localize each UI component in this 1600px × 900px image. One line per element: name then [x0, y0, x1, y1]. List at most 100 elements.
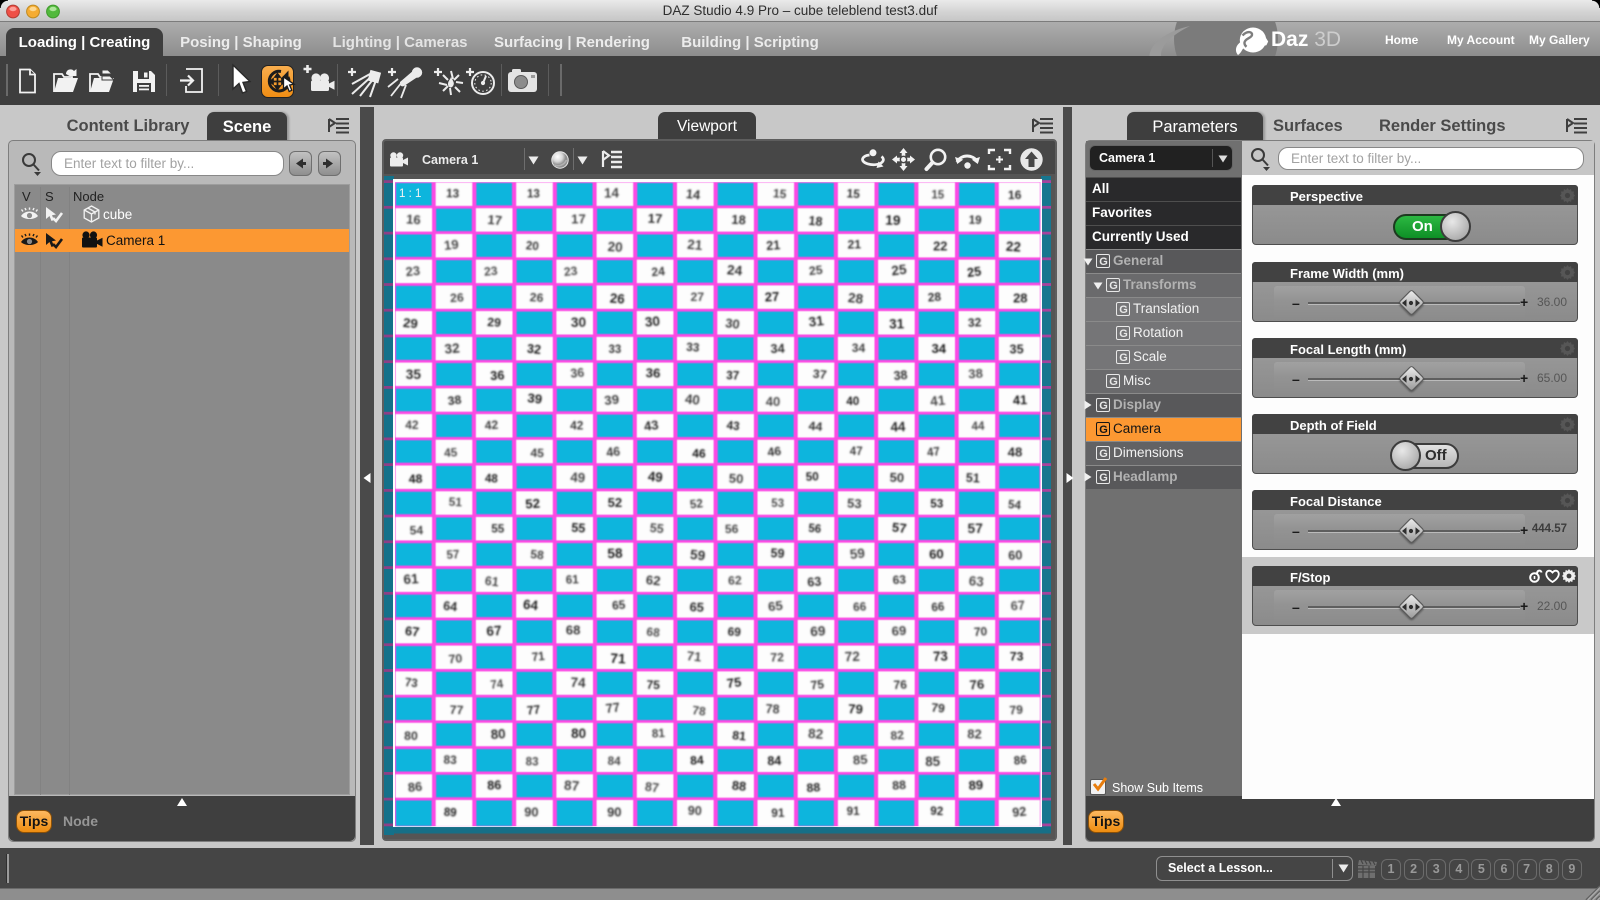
- svg-text:46: 46: [692, 446, 706, 460]
- svg-text:40: 40: [766, 394, 781, 409]
- svg-text:33: 33: [686, 340, 701, 355]
- svg-text:39: 39: [604, 391, 620, 407]
- svg-text:67: 67: [404, 623, 420, 639]
- svg-text:13: 13: [446, 187, 460, 200]
- svg-text:42: 42: [570, 419, 584, 433]
- svg-text:52: 52: [608, 495, 623, 510]
- svg-text:32: 32: [444, 340, 461, 356]
- svg-text:47: 47: [926, 445, 940, 459]
- svg-text:80: 80: [571, 726, 586, 741]
- svg-text:86: 86: [1013, 755, 1027, 768]
- svg-text:15: 15: [931, 188, 945, 201]
- svg-text:76: 76: [969, 676, 985, 692]
- svg-text:31: 31: [808, 313, 825, 330]
- svg-text:75: 75: [646, 678, 660, 692]
- svg-text:86: 86: [407, 779, 423, 795]
- svg-text:35: 35: [1010, 342, 1024, 356]
- svg-text:22: 22: [1005, 239, 1021, 255]
- svg-text:26: 26: [450, 291, 465, 306]
- svg-text:36: 36: [645, 365, 660, 381]
- svg-text:21: 21: [766, 238, 781, 253]
- svg-text:65: 65: [689, 599, 704, 615]
- svg-text:52: 52: [689, 496, 704, 511]
- svg-text:13: 13: [527, 187, 540, 200]
- svg-text:16: 16: [406, 211, 422, 227]
- svg-text:17: 17: [647, 211, 662, 227]
- svg-text:75: 75: [726, 674, 742, 691]
- svg-text:89: 89: [968, 777, 984, 793]
- svg-text:92: 92: [930, 805, 944, 818]
- svg-text:74: 74: [570, 675, 586, 691]
- svg-text:72: 72: [770, 650, 784, 664]
- svg-text:41: 41: [1013, 392, 1028, 407]
- svg-text:66: 66: [931, 600, 946, 614]
- svg-text:24: 24: [726, 262, 743, 278]
- svg-text:90: 90: [607, 804, 622, 819]
- svg-text:15: 15: [772, 186, 787, 201]
- svg-text:82: 82: [967, 726, 982, 741]
- svg-text:1 : 1: 1 : 1: [399, 188, 421, 200]
- svg-text:69: 69: [727, 624, 741, 639]
- svg-text:24: 24: [651, 264, 666, 279]
- svg-text:22: 22: [933, 239, 947, 254]
- svg-text:27: 27: [690, 290, 704, 304]
- svg-text:48: 48: [1008, 444, 1023, 459]
- svg-text:67: 67: [1010, 597, 1025, 613]
- svg-text:19: 19: [885, 213, 901, 229]
- svg-text:19: 19: [443, 237, 459, 253]
- svg-text:62: 62: [645, 572, 661, 588]
- svg-text:69: 69: [891, 623, 907, 639]
- svg-text:64: 64: [522, 597, 539, 614]
- svg-text:27: 27: [764, 289, 779, 305]
- svg-text:44: 44: [808, 419, 823, 434]
- svg-text:68: 68: [566, 623, 581, 638]
- svg-text:69: 69: [810, 623, 827, 639]
- svg-text:49: 49: [647, 469, 663, 485]
- svg-text:18: 18: [808, 214, 823, 229]
- svg-text:57: 57: [967, 521, 983, 536]
- svg-text:75: 75: [810, 677, 825, 693]
- svg-text:82: 82: [890, 728, 905, 743]
- svg-text:70: 70: [448, 651, 463, 666]
- svg-text:82: 82: [808, 726, 825, 742]
- svg-text:29: 29: [402, 315, 418, 331]
- svg-text:14: 14: [685, 186, 702, 202]
- svg-text:60: 60: [1008, 547, 1023, 563]
- svg-text:54: 54: [410, 523, 424, 537]
- svg-text:87: 87: [563, 778, 580, 794]
- svg-text:39: 39: [527, 390, 544, 407]
- svg-text:41: 41: [930, 392, 947, 409]
- svg-text:79: 79: [931, 701, 946, 716]
- svg-text:80: 80: [490, 726, 506, 742]
- svg-text:21: 21: [687, 237, 704, 253]
- svg-text:52: 52: [525, 496, 541, 512]
- svg-text:73: 73: [404, 676, 419, 690]
- svg-text:29: 29: [487, 315, 502, 330]
- svg-text:63: 63: [807, 575, 822, 590]
- svg-text:87: 87: [644, 780, 660, 796]
- svg-text:34: 34: [770, 342, 785, 356]
- svg-text:35: 35: [406, 367, 422, 382]
- svg-text:33: 33: [609, 344, 622, 356]
- svg-text:44: 44: [971, 420, 985, 433]
- svg-text:42: 42: [405, 418, 419, 432]
- svg-text:23: 23: [405, 263, 421, 279]
- svg-text:32: 32: [968, 315, 982, 330]
- svg-text:81: 81: [732, 728, 747, 743]
- svg-text:56: 56: [725, 522, 739, 536]
- svg-text:36: 36: [570, 366, 585, 381]
- svg-text:42: 42: [484, 418, 499, 433]
- svg-text:85: 85: [925, 754, 941, 769]
- svg-text:43: 43: [643, 417, 659, 434]
- svg-text:25: 25: [890, 262, 907, 279]
- svg-text:53: 53: [771, 498, 784, 510]
- svg-text:78: 78: [765, 702, 780, 717]
- svg-text:19: 19: [969, 214, 983, 227]
- svg-text:79: 79: [848, 701, 863, 717]
- svg-text:30: 30: [644, 314, 660, 330]
- svg-text:76: 76: [893, 678, 907, 692]
- svg-text:56: 56: [808, 523, 822, 536]
- svg-text:66: 66: [853, 599, 867, 614]
- svg-text:21: 21: [847, 238, 861, 252]
- svg-text:63: 63: [892, 572, 906, 587]
